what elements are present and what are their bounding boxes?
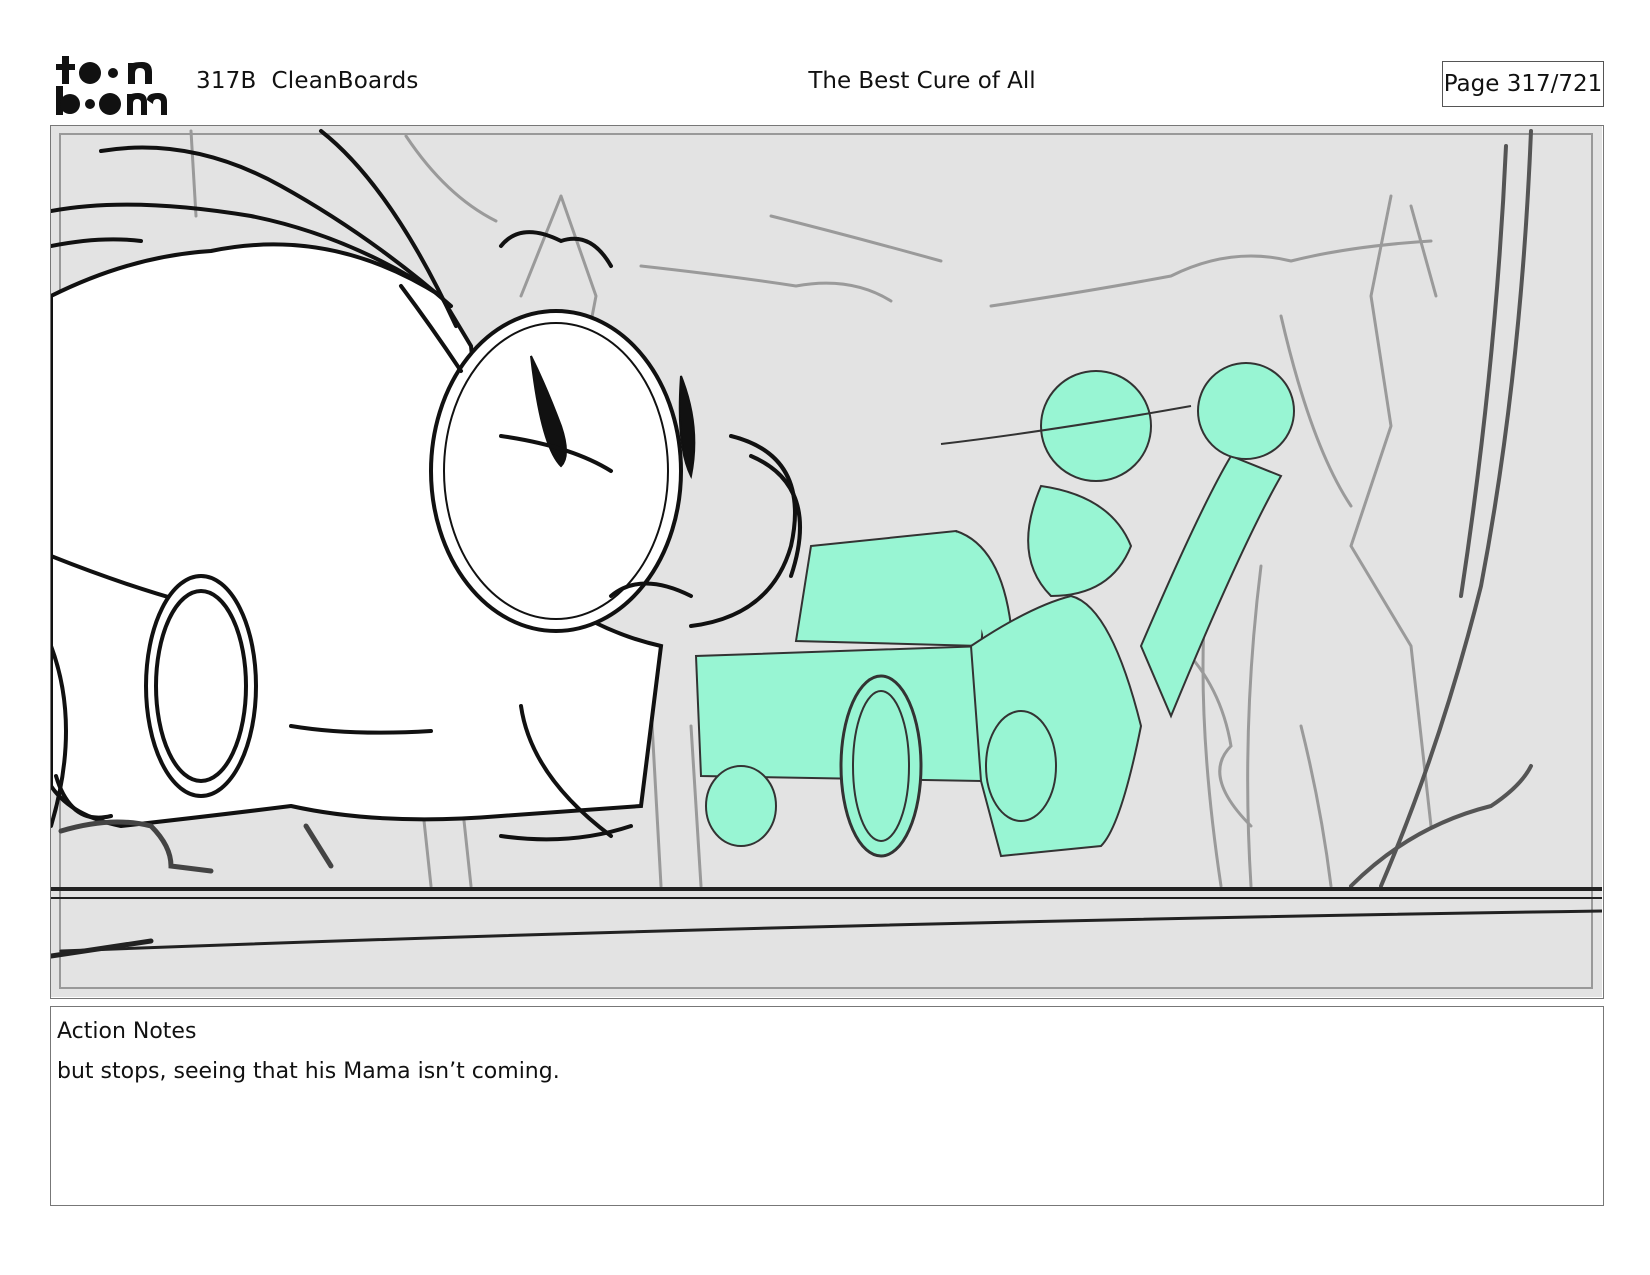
storyboard-panel [50, 125, 1604, 999]
document-title: The Best Cure of All [808, 68, 1036, 94]
page-number-box: Page 317/721 [1442, 61, 1604, 107]
page-number: Page 317/721 [1443, 71, 1603, 97]
action-notes-text: but stops, seeing that his Mama isn’t co… [57, 1059, 560, 1084]
action-notes-label: Action Notes [57, 1019, 197, 1044]
action-notes-box: Action Notes but stops, seeing that his … [50, 1006, 1604, 1206]
panel-drawing [51, 126, 1602, 997]
